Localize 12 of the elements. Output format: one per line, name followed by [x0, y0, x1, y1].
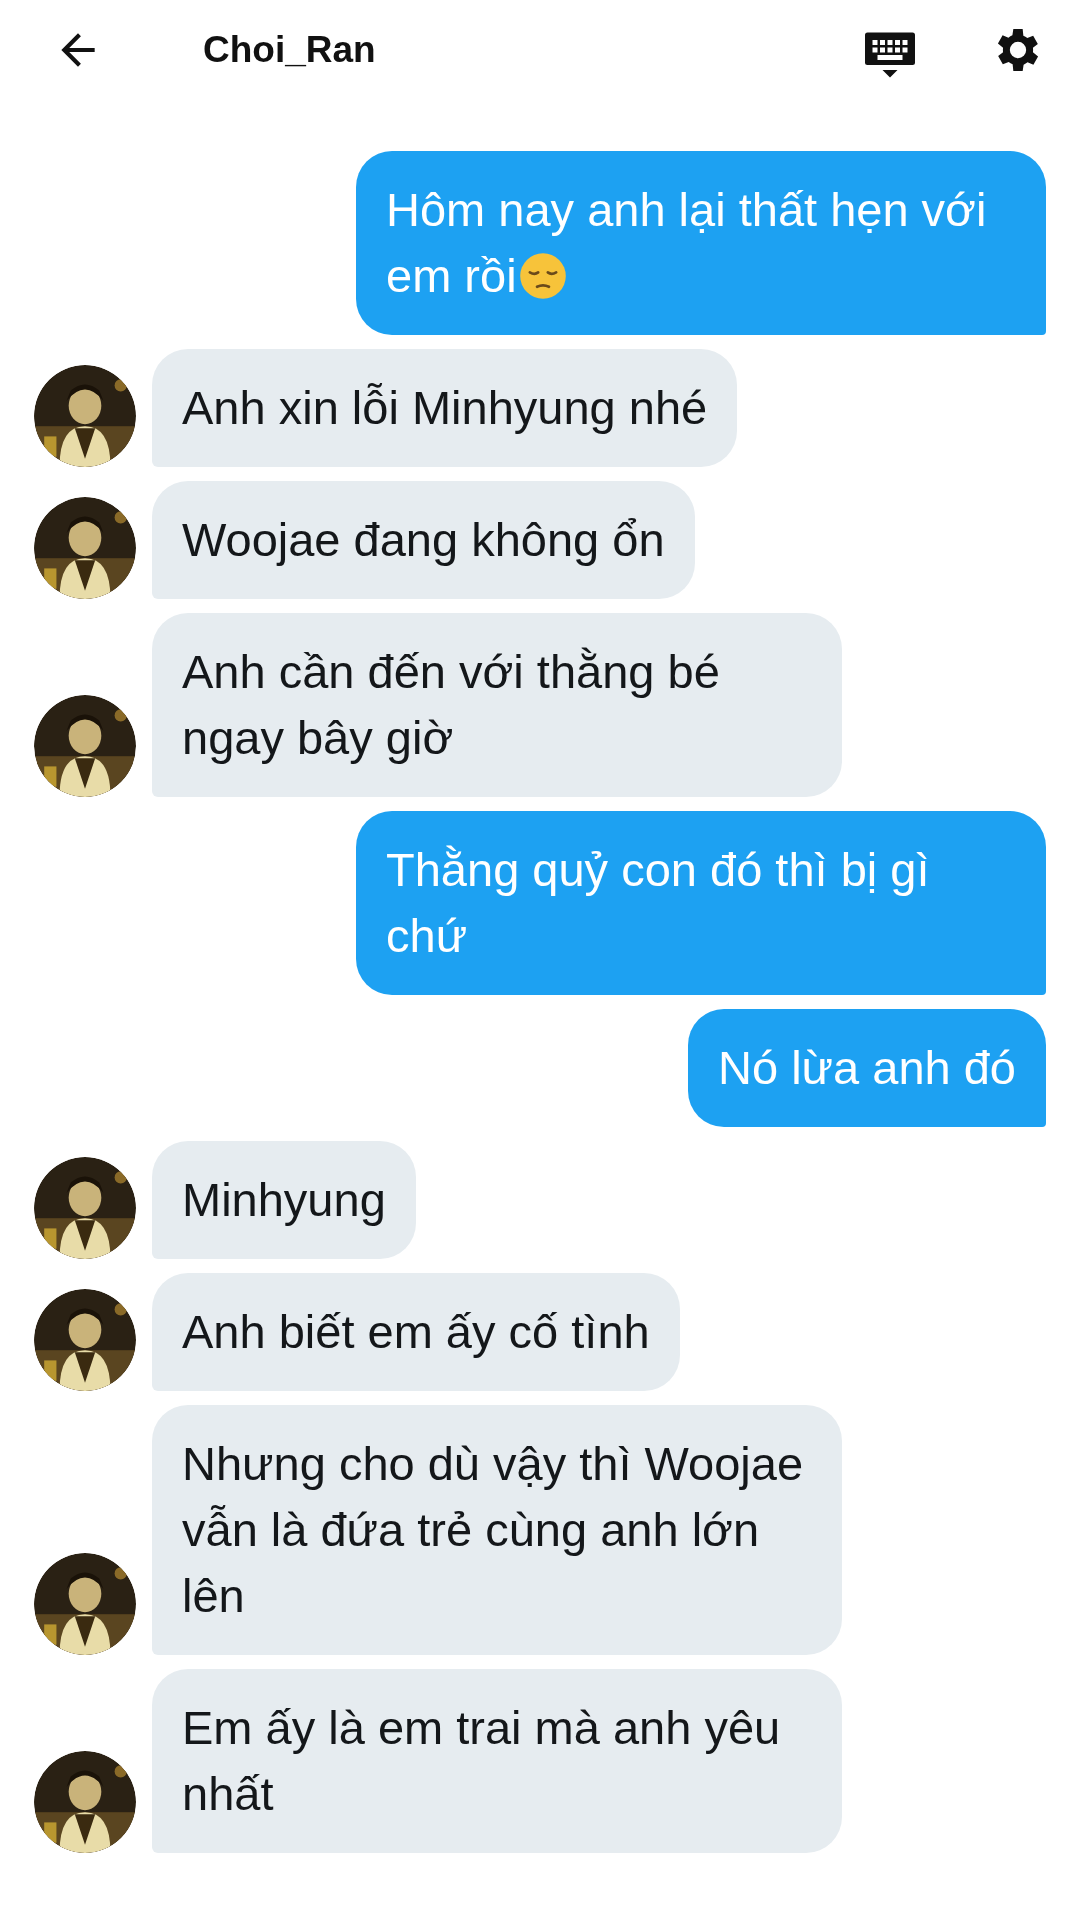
received-message: Woojae đang không ổn: [152, 481, 695, 599]
sent-message: Thằng quỷ con đó thì bị gì chứ: [356, 811, 1046, 995]
received-message: Anh biết em ấy cố tình: [152, 1273, 680, 1391]
sent-message: Nó lừa anh đó: [688, 1009, 1046, 1127]
received-message: Nhưng cho dù vậy thì Woojae vẫn là đứa trẻ cùng anh lớn lên: [152, 1405, 842, 1655]
sent-message: Hôm nay anh lại thất hẹn với em rồi: [356, 151, 1046, 335]
received-message: Anh xin lỗi Minhyung nhé: [152, 349, 738, 467]
received-message: Em ấy là em trai mà anh yêu nhất: [152, 1669, 842, 1853]
received-message: Anh cần đến với thằng bé ngay bây giờ: [152, 613, 842, 797]
contact-name: Choi_Ran: [203, 29, 377, 71]
received-message: Minhyung: [152, 1141, 416, 1259]
pensive-emoji-icon: [518, 252, 567, 300]
